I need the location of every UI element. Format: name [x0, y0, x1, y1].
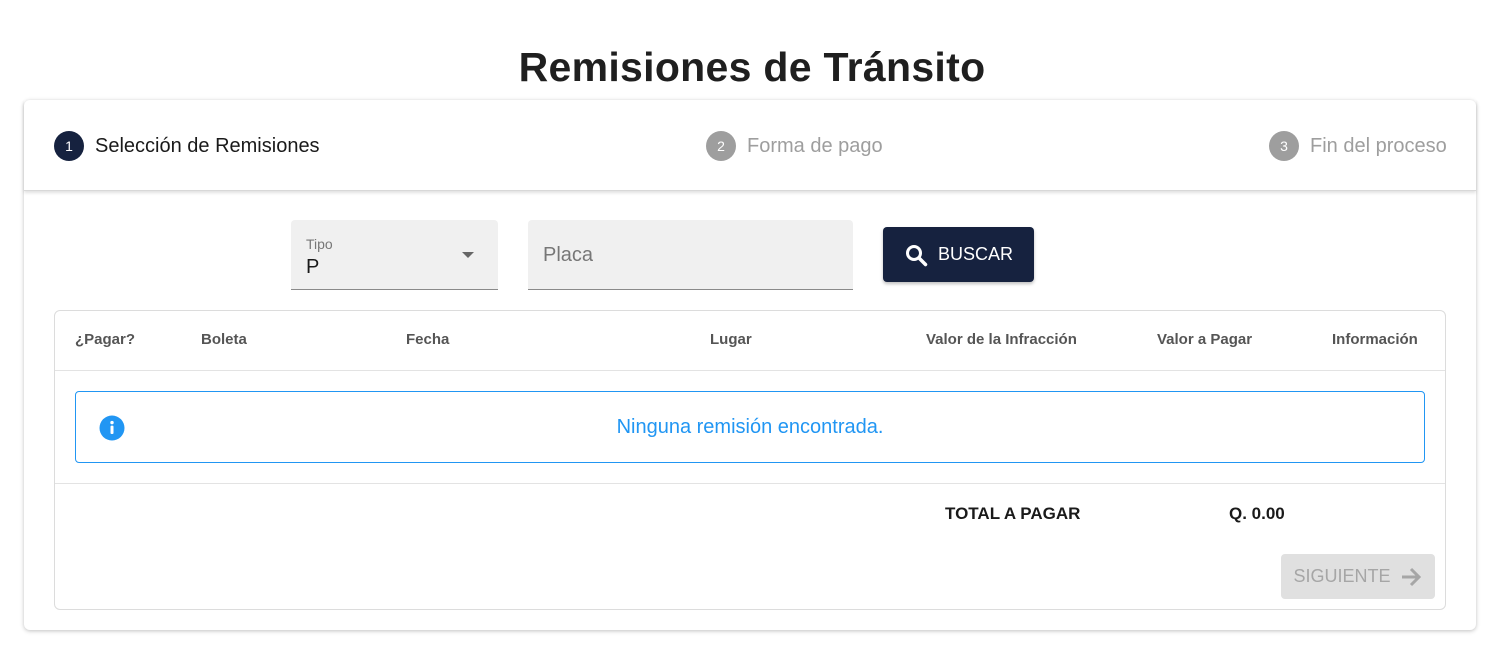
step-label-1: Selección de Remisiones [95, 134, 320, 157]
remisiones-table: ¿Pagar? Boleta Fecha Lugar Valor de la I… [54, 310, 1446, 610]
tipo-select[interactable]: Tipo P [291, 220, 498, 290]
step-number-2: 2 [706, 131, 736, 161]
header-divider [55, 370, 1445, 371]
remisiones-card: 1 Selección de Remisiones 2 Forma de pag… [24, 100, 1476, 630]
tipo-label: Tipo [306, 236, 333, 252]
page-title: Remisiones de Tránsito [518, 44, 986, 90]
stepper: 1 Selección de Remisiones 2 Forma de pag… [24, 100, 1476, 191]
step-number-3: 3 [1269, 131, 1299, 161]
arrow-right-icon [1401, 567, 1421, 586]
siguiente-button[interactable]: SIGUIENTE [1281, 554, 1435, 599]
placa-placeholder: Placa [543, 244, 594, 266]
total-label: TOTAL A PAGAR [945, 504, 1081, 523]
siguiente-label: SIGUIENTE [1293, 566, 1391, 586]
header-lugar: Lugar [710, 331, 752, 348]
buscar-button[interactable]: BUSCAR [883, 227, 1034, 282]
header-boleta: Boleta [201, 331, 247, 348]
step-label-2: Forma de pago [747, 134, 883, 157]
header-informacion: Información [1332, 331, 1418, 348]
search-icon [905, 244, 928, 266]
step-fin-del-proceso[interactable]: 3 Fin del proceso [1269, 131, 1447, 161]
header-valor-a-pagar: Valor a Pagar [1157, 331, 1253, 348]
header-valor-infraccion: Valor de la Infracción [926, 331, 1077, 348]
tipo-value: P [306, 256, 320, 278]
total-value: Q. 0.00 [1229, 504, 1285, 523]
placa-input[interactable]: Placa [528, 220, 853, 290]
header-fecha: Fecha [406, 331, 450, 348]
buscar-label: BUSCAR [937, 244, 1013, 264]
step-label-3: Fin del proceso [1310, 134, 1447, 157]
empty-message: Ninguna remisión encontrada. [616, 416, 884, 438]
step-forma-de-pago[interactable]: 2 Forma de pago [706, 131, 883, 161]
empty-alert: Ninguna remisión encontrada. [75, 391, 1425, 463]
footer-divider [55, 483, 1445, 484]
dropdown-caret-icon[interactable] [462, 252, 474, 258]
step-number-1: 1 [54, 131, 84, 161]
header-pagar: ¿Pagar? [75, 331, 136, 348]
step-seleccion-remisiones[interactable]: 1 Selección de Remisiones [54, 131, 320, 161]
